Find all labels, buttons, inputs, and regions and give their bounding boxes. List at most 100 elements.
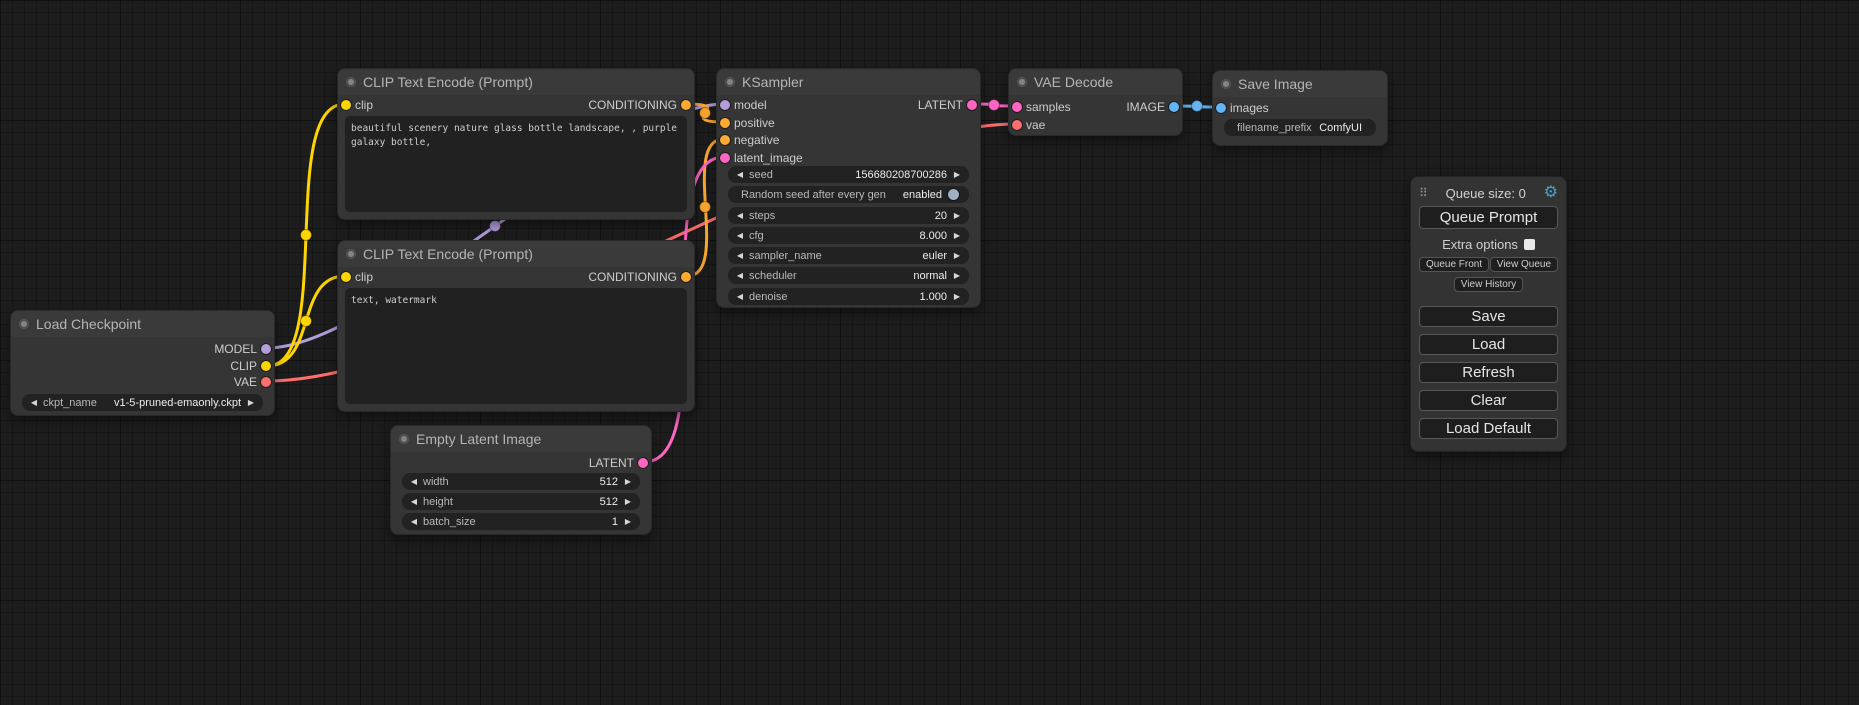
input-slot-vae[interactable] bbox=[1012, 120, 1022, 130]
input-label-latent-image: latent_image bbox=[734, 150, 803, 166]
decrement-arrow-icon[interactable]: ◀ bbox=[734, 227, 746, 244]
widget-cfg[interactable]: ◀ cfg 8.000 ▶ bbox=[728, 227, 969, 244]
input-slot-clip[interactable] bbox=[341, 272, 351, 282]
collapse-icon[interactable] bbox=[725, 77, 735, 87]
clear-button[interactable]: Clear bbox=[1419, 390, 1558, 411]
settings-gear-icon[interactable]: ⚙ bbox=[1544, 185, 1558, 201]
input-slot-negative[interactable] bbox=[720, 135, 730, 145]
decrement-arrow-icon[interactable]: ◀ bbox=[734, 247, 746, 264]
output-label-vae: VAE bbox=[234, 374, 257, 390]
collapse-icon[interactable] bbox=[346, 249, 356, 259]
collapse-icon[interactable] bbox=[19, 319, 29, 329]
input-slot-images[interactable] bbox=[1216, 103, 1226, 113]
decrement-arrow-icon[interactable]: ◀ bbox=[28, 394, 40, 411]
input-slot-latent-image[interactable] bbox=[720, 153, 730, 163]
node-load-checkpoint[interactable]: Load Checkpoint MODEL CLIP VAE ◀ ckpt_na… bbox=[10, 310, 275, 416]
prompt-textarea[interactable]: beautiful scenery nature glass bottle la… bbox=[345, 116, 687, 212]
input-label-clip: clip bbox=[355, 97, 373, 113]
decrement-arrow-icon[interactable]: ◀ bbox=[734, 288, 746, 305]
prompt-textarea[interactable]: text, watermark bbox=[345, 288, 687, 404]
output-label-conditioning: CONDITIONING bbox=[588, 97, 677, 113]
widget-steps[interactable]: ◀ steps 20 ▶ bbox=[728, 207, 969, 224]
decrement-arrow-icon[interactable]: ◀ bbox=[408, 473, 420, 490]
node-header[interactable]: CLIP Text Encode (Prompt) bbox=[338, 69, 694, 95]
extra-options-checkbox[interactable] bbox=[1524, 239, 1535, 250]
link-midpoint-dot bbox=[490, 221, 501, 232]
input-slot-samples[interactable] bbox=[1012, 102, 1022, 112]
view-queue-button[interactable]: View Queue bbox=[1490, 257, 1558, 272]
node-header[interactable]: CLIP Text Encode (Prompt) bbox=[338, 241, 694, 267]
node-ksampler[interactable]: KSampler model positive negative latent_… bbox=[716, 68, 981, 308]
node-header[interactable]: VAE Decode bbox=[1009, 69, 1182, 95]
node-header[interactable]: Save Image bbox=[1213, 71, 1387, 97]
widget-random-seed-toggle[interactable]: Random seed after every gen enabled bbox=[728, 186, 969, 203]
increment-arrow-icon[interactable]: ▶ bbox=[245, 394, 257, 411]
widget-scheduler[interactable]: ◀ scheduler normal ▶ bbox=[728, 267, 969, 284]
toggle-knob[interactable] bbox=[948, 189, 959, 200]
output-slot-latent[interactable] bbox=[638, 458, 648, 468]
drag-handle-icon[interactable]: ⠿ bbox=[1419, 186, 1428, 200]
widget-value: 512 bbox=[457, 496, 618, 508]
output-slot-vae[interactable] bbox=[261, 377, 271, 387]
queue-front-button[interactable]: Queue Front bbox=[1419, 257, 1489, 272]
queue-size-label: Queue size: 0 bbox=[1428, 186, 1544, 201]
collapse-icon[interactable] bbox=[1017, 77, 1027, 87]
output-slot-image[interactable] bbox=[1169, 102, 1179, 112]
widget-sampler-name[interactable]: ◀ sampler_name euler ▶ bbox=[728, 247, 969, 264]
widget-seed[interactable]: ◀ seed 156680208700286 ▶ bbox=[728, 166, 969, 183]
decrement-arrow-icon[interactable]: ◀ bbox=[408, 513, 420, 530]
node-header[interactable]: Empty Latent Image bbox=[391, 426, 651, 452]
increment-arrow-icon[interactable]: ▶ bbox=[622, 493, 634, 510]
input-slot-model[interactable] bbox=[720, 100, 730, 110]
collapse-icon[interactable] bbox=[346, 77, 356, 87]
node-title-text: Save Image bbox=[1238, 76, 1313, 92]
output-slot-clip[interactable] bbox=[261, 361, 271, 371]
decrement-arrow-icon[interactable]: ◀ bbox=[734, 267, 746, 284]
widget-label: steps bbox=[749, 210, 775, 222]
increment-arrow-icon[interactable]: ▶ bbox=[951, 267, 963, 284]
input-slot-clip[interactable] bbox=[341, 100, 351, 110]
widget-width[interactable]: ◀ width 512 ▶ bbox=[402, 473, 640, 490]
node-header[interactable]: Load Checkpoint bbox=[11, 311, 274, 337]
increment-arrow-icon[interactable]: ▶ bbox=[622, 473, 634, 490]
link-midpoint-dot bbox=[301, 230, 312, 241]
collapse-icon[interactable] bbox=[399, 434, 409, 444]
node-clip-text-encode-negative[interactable]: CLIP Text Encode (Prompt) clip CONDITION… bbox=[337, 240, 695, 412]
save-button[interactable]: Save bbox=[1419, 306, 1558, 327]
load-button[interactable]: Load bbox=[1419, 334, 1558, 355]
increment-arrow-icon[interactable]: ▶ bbox=[951, 288, 963, 305]
decrement-arrow-icon[interactable]: ◀ bbox=[408, 493, 420, 510]
widget-filename-prefix[interactable]: filename_prefix ComfyUI bbox=[1224, 119, 1376, 136]
widget-ckpt-name[interactable]: ◀ ckpt_name v1-5-pruned-emaonly.ckpt ▶ bbox=[22, 394, 263, 411]
output-slot-latent[interactable] bbox=[967, 100, 977, 110]
load-default-button[interactable]: Load Default bbox=[1419, 418, 1558, 439]
output-slot-model[interactable] bbox=[261, 344, 271, 354]
collapse-icon[interactable] bbox=[1221, 79, 1231, 89]
input-label-vae: vae bbox=[1026, 117, 1045, 133]
decrement-arrow-icon[interactable]: ◀ bbox=[734, 207, 746, 224]
widget-batch-size[interactable]: ◀ batch_size 1 ▶ bbox=[402, 513, 640, 530]
view-history-button[interactable]: View History bbox=[1454, 277, 1523, 292]
widget-denoise[interactable]: ◀ denoise 1.000 ▶ bbox=[728, 288, 969, 305]
queue-prompt-button[interactable]: Queue Prompt bbox=[1419, 206, 1558, 229]
node-save-image[interactable]: Save Image images filename_prefix ComfyU… bbox=[1212, 70, 1388, 146]
increment-arrow-icon[interactable]: ▶ bbox=[951, 166, 963, 183]
increment-arrow-icon[interactable]: ▶ bbox=[951, 227, 963, 244]
node-header[interactable]: KSampler bbox=[717, 69, 980, 95]
output-slot-conditioning[interactable] bbox=[681, 272, 691, 282]
node-clip-text-encode-positive[interactable]: CLIP Text Encode (Prompt) clip CONDITION… bbox=[337, 68, 695, 220]
input-slot-positive[interactable] bbox=[720, 118, 730, 128]
widget-height[interactable]: ◀ height 512 ▶ bbox=[402, 493, 640, 510]
increment-arrow-icon[interactable]: ▶ bbox=[951, 207, 963, 224]
widget-value: 20 bbox=[779, 210, 947, 222]
increment-arrow-icon[interactable]: ▶ bbox=[951, 247, 963, 264]
decrement-arrow-icon[interactable]: ◀ bbox=[734, 166, 746, 183]
refresh-button[interactable]: Refresh bbox=[1419, 362, 1558, 383]
output-slot-conditioning[interactable] bbox=[681, 100, 691, 110]
widget-label: Random seed after every gen bbox=[741, 189, 886, 201]
node-vae-decode[interactable]: VAE Decode samples vae IMAGE bbox=[1008, 68, 1183, 136]
node-empty-latent-image[interactable]: Empty Latent Image LATENT ◀ width 512 ▶ … bbox=[390, 425, 652, 535]
output-label-model: MODEL bbox=[214, 341, 257, 357]
output-label-latent: LATENT bbox=[918, 97, 963, 113]
increment-arrow-icon[interactable]: ▶ bbox=[622, 513, 634, 530]
